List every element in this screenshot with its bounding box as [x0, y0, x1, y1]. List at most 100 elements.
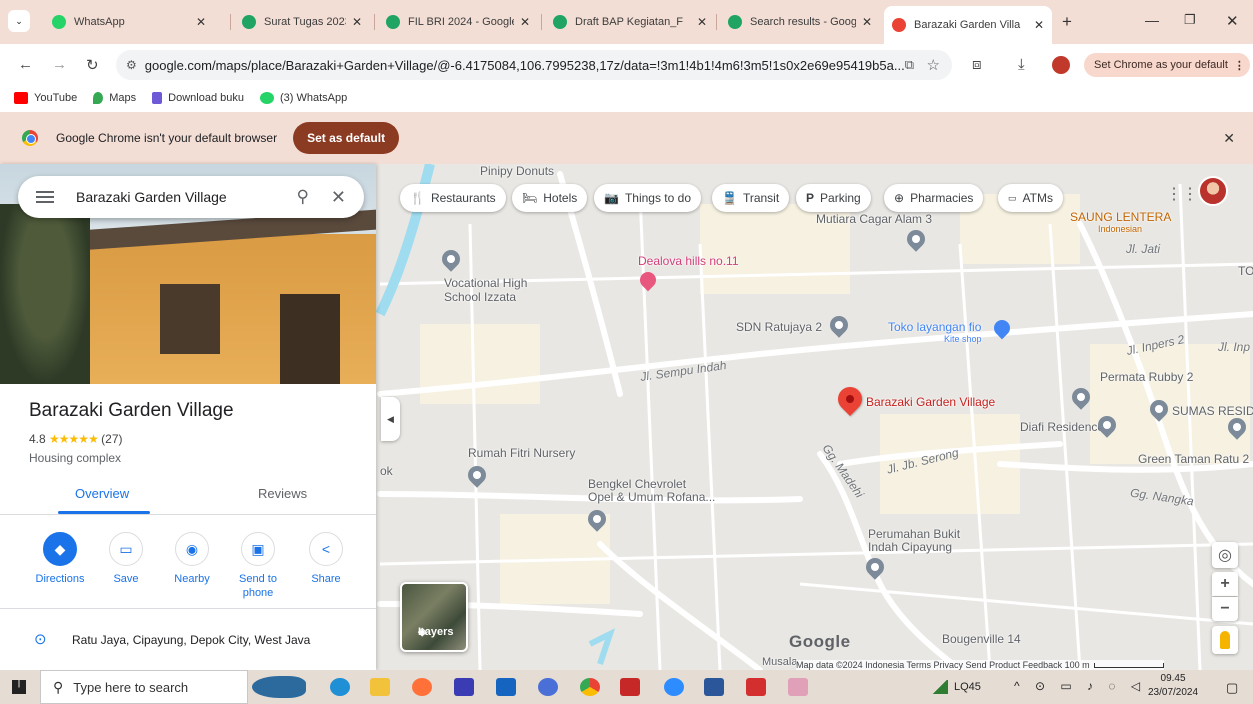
my-location-button[interactable]: ◎: [1212, 542, 1238, 568]
tab-barazaki-active[interactable]: Barazaki Garden Villa ✕: [884, 6, 1052, 44]
visual-studio-icon[interactable]: [454, 678, 474, 696]
cortana-icon[interactable]: [330, 678, 350, 696]
label-permata-rubby[interactable]: Permata Rubby 2: [1100, 370, 1193, 384]
label-diafi-residence[interactable]: Diafi Residence: [1020, 420, 1104, 434]
chip-restaurants[interactable]: 🍴 Restaurants: [400, 184, 506, 212]
set-as-default-button[interactable]: Set as default: [293, 122, 400, 154]
site-settings-icon[interactable]: ⚙: [126, 58, 137, 72]
tab-search-results[interactable]: Search results - Goog ✕: [720, 8, 880, 36]
zoom-icon[interactable]: [664, 678, 684, 696]
tab-surat-tugas[interactable]: Surat Tugas 2023 202 ✕: [234, 8, 370, 36]
acrobat-icon[interactable]: [746, 678, 766, 696]
chrome-icon[interactable]: [580, 678, 600, 696]
close-tab-icon[interactable]: ✕: [196, 15, 206, 29]
label-sdn-ratujaya[interactable]: SDN Ratujaya 2: [736, 320, 822, 334]
search-input[interactable]: Barazaki Garden Village: [76, 189, 296, 205]
tab-draft-bap[interactable]: Draft BAP Kegiatan_F ✕: [545, 8, 715, 36]
tab-fil-bri[interactable]: FIL BRI 2024 - Google ✕: [378, 8, 538, 36]
tab-reviews[interactable]: Reviews: [258, 486, 307, 501]
profile-avatar[interactable]: [1052, 56, 1070, 74]
close-tab-icon[interactable]: ✕: [862, 15, 872, 29]
attribution-text[interactable]: Map data ©2024 Indonesia Terms Privacy S…: [796, 660, 1090, 670]
tab-whatsapp[interactable]: WhatsApp ✕: [44, 8, 214, 36]
close-infobar-icon[interactable]: ✕: [1223, 130, 1235, 147]
tab-overview[interactable]: Overview: [75, 486, 129, 501]
chip-things-to-do[interactable]: 📷 Things to do: [594, 184, 701, 212]
tab-search-menu-button[interactable]: ⌄: [8, 10, 30, 32]
label-rumah-fitri[interactable]: Rumah Fitri Nursery: [468, 446, 575, 460]
system-tray-icons[interactable]: ^ ⊙ ▭ ♪ ◌ ◁: [1014, 679, 1146, 693]
selected-place-label[interactable]: Barazaki Garden Village: [866, 395, 995, 409]
label-dealova-hills[interactable]: Dealova hills no.11: [638, 254, 739, 268]
label-saung-lentera[interactable]: SAUNG LENTERA: [1070, 210, 1171, 224]
label-vocational-school[interactable]: Vocational High School Izzata: [444, 276, 527, 304]
minimize-button[interactable]: —: [1145, 12, 1159, 28]
close-tab-icon[interactable]: ✕: [352, 15, 362, 29]
nearby-button[interactable]: ◉ Nearby: [162, 532, 222, 586]
bookmark-maps[interactable]: Maps: [93, 92, 136, 104]
chip-atms[interactable]: ▭ ATMs: [998, 184, 1063, 212]
place-address[interactable]: Ratu Jaya, Cipayung, Depok City, West Ja…: [72, 633, 310, 647]
set-chrome-default-button[interactable]: Set Chrome as your default ⋮: [1084, 53, 1250, 77]
share-button[interactable]: < Share: [296, 532, 356, 586]
bookmark-youtube[interactable]: YouTube: [14, 92, 77, 104]
more-menu-icon[interactable]: ⋮: [1234, 59, 1245, 72]
forward-arrow-icon[interactable]: →: [52, 56, 67, 73]
send-to-phone-button[interactable]: ▣ Send to phone: [228, 532, 288, 600]
label-green-taman-ratu[interactable]: Green Taman Ratu 2: [1138, 452, 1249, 466]
download-icon[interactable]: ⤓: [1018, 56, 1025, 73]
chip-transit[interactable]: 🚆 Transit: [712, 184, 790, 212]
save-button[interactable]: ▭ Save: [96, 532, 156, 586]
reload-icon[interactable]: ↻: [86, 56, 99, 74]
label-toko-layangan[interactable]: Toko layangan fio: [888, 320, 981, 334]
mcafee-icon[interactable]: [620, 678, 640, 696]
layers-button[interactable]: ◈ Layers: [400, 582, 468, 652]
file-explorer-icon[interactable]: [370, 678, 390, 696]
windows-start-icon[interactable]: [12, 680, 26, 694]
place-category[interactable]: Housing complex: [29, 451, 121, 465]
notification-icon[interactable]: ▢: [1226, 680, 1238, 696]
street-view-pegman-button[interactable]: [1212, 626, 1238, 654]
chip-hotels[interactable]: 🛏 Hotels: [512, 184, 588, 212]
zoom-out-button[interactable]: −: [1212, 597, 1238, 621]
label-sumas-resid[interactable]: SUMAS RESID: [1172, 404, 1253, 418]
rating-row[interactable]: 4.8 ★★★★★ (27): [29, 432, 123, 446]
firefox-icon[interactable]: [412, 678, 432, 696]
label-perumahan-bukit-indah[interactable]: Perumahan Bukit Indah Cipayung: [868, 528, 960, 554]
network-label[interactable]: LQ45: [954, 681, 981, 693]
label-pinipy-donuts[interactable]: Pinipy Donuts: [480, 164, 554, 178]
bookmark-star-icon[interactable]: ☆: [927, 56, 940, 74]
close-window-button[interactable]: ✕: [1226, 12, 1239, 30]
close-tab-icon[interactable]: ✕: [520, 15, 530, 29]
label-bougenville[interactable]: Bougenville 14: [942, 632, 1021, 646]
chip-pharmacies[interactable]: ⊕ Pharmacies: [884, 184, 984, 212]
extensions-icon[interactable]: ⧈: [972, 56, 982, 73]
directions-button[interactable]: ◆ Directions: [30, 532, 90, 586]
collapse-panel-button[interactable]: ◀: [381, 397, 400, 441]
search-box[interactable]: Barazaki Garden Village ⚲ ✕: [18, 176, 364, 218]
label-bengkel-chevrolet[interactable]: Bengkel Chevrolet Opel & Umum Rofana...: [588, 478, 715, 504]
address-bar[interactable]: ⚙ google.com/maps/place/Barazaki+Garden+…: [116, 50, 952, 80]
close-tab-icon[interactable]: ✕: [1034, 18, 1044, 32]
bookmark-whatsapp[interactable]: (3) WhatsApp: [259, 92, 347, 104]
menu-icon[interactable]: [36, 188, 54, 206]
label-mutiara-cagar-alam[interactable]: Mutiara Cagar Alam 3: [816, 212, 932, 226]
install-app-icon[interactable]: ⧉: [905, 57, 914, 73]
taskbar-clock[interactable]: 09.45 23/07/2024: [1148, 672, 1198, 700]
snipping-tool-icon[interactable]: [788, 678, 808, 696]
taskbar-search-box[interactable]: ⚲ Type here to search: [40, 670, 248, 704]
close-icon[interactable]: ✕: [331, 187, 346, 208]
account-avatar[interactable]: [1198, 176, 1228, 206]
restore-button[interactable]: ❐: [1184, 12, 1196, 28]
back-arrow-icon[interactable]: ←: [18, 56, 33, 73]
word-icon[interactable]: [704, 678, 724, 696]
close-tab-icon[interactable]: ✕: [697, 15, 707, 29]
chip-parking[interactable]: P Parking: [796, 184, 871, 212]
settings-app-icon[interactable]: [538, 678, 558, 696]
zoom-in-button[interactable]: +: [1212, 572, 1238, 596]
review-count[interactable]: (27): [101, 432, 122, 446]
label-musala[interactable]: Musala: [762, 656, 797, 668]
new-tab-button[interactable]: +: [1062, 12, 1072, 32]
search-icon[interactable]: ⚲: [296, 187, 308, 207]
bookmark-download-buku[interactable]: Download buku: [152, 92, 244, 104]
